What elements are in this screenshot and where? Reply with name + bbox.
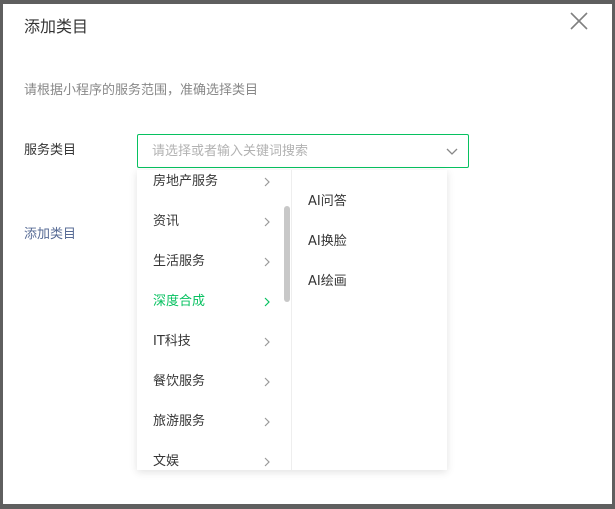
category-select[interactable] — [137, 134, 469, 168]
category-item-label: 餐饮服务 — [153, 374, 206, 389]
category-item[interactable]: 旅游服务 — [137, 402, 291, 442]
subcategory-list: AI问答 AI换脸 AI绘画 — [292, 170, 447, 470]
category-item-label: 资讯 — [153, 214, 180, 229]
category-list-scrollbar[interactable] — [284, 206, 290, 302]
category-item-label: 文娱 — [153, 454, 180, 469]
service-category-label: 服务类目 — [24, 143, 77, 158]
category-list[interactable]: 房地产服务资讯生活服务深度合成 IT科技餐饮服务旅游服务文娱 — [137, 170, 292, 470]
category-item[interactable]: 资讯 — [137, 202, 291, 242]
chevron-down-icon — [446, 148, 458, 155]
subcategory-item[interactable]: AI换脸 — [292, 222, 447, 262]
chevron-right-icon — [264, 177, 270, 187]
category-search-input[interactable] — [152, 135, 432, 167]
close-button[interactable] — [567, 9, 591, 33]
category-item[interactable]: 房地产服务 — [137, 170, 291, 202]
category-item-label: 旅游服务 — [153, 414, 206, 429]
category-item[interactable]: 深度合成 — [137, 282, 291, 322]
category-item-label: 生活服务 — [153, 254, 206, 269]
subcategory-item[interactable]: AI问答 — [292, 182, 447, 222]
add-category-link[interactable]: 添加类目 — [24, 226, 76, 244]
chevron-right-icon — [264, 337, 270, 347]
add-category-dialog: 添加类目 请根据小程序的服务范围，准确选择类目 服务类目 添加类目 房地产服务资… — [3, 4, 612, 504]
category-item-label: 房地产服务 — [153, 174, 219, 189]
category-item[interactable]: 生活服务 — [137, 242, 291, 282]
dialog-hint: 请根据小程序的服务范围，准确选择类目 — [24, 83, 259, 98]
chevron-right-icon — [264, 457, 270, 467]
chevron-right-icon — [264, 377, 270, 387]
dialog-title: 添加类目 — [24, 17, 89, 36]
chevron-right-icon — [264, 417, 270, 427]
subcategory-item[interactable]: AI绘画 — [292, 262, 447, 302]
category-item-label: IT科技 — [153, 334, 191, 349]
chevron-right-icon — [264, 297, 270, 307]
close-icon — [570, 12, 588, 30]
chevron-right-icon — [264, 257, 270, 267]
category-item[interactable]: 餐饮服务 — [137, 362, 291, 402]
category-item[interactable]: 文娱 — [137, 442, 291, 470]
category-dropdown: 房地产服务资讯生活服务深度合成 IT科技餐饮服务旅游服务文娱 AI问答 AI换脸 AI… — [137, 170, 447, 470]
category-item[interactable]: IT科技 — [137, 322, 291, 362]
category-item-label: 深度合成 — [153, 294, 206, 309]
chevron-right-icon — [264, 217, 270, 227]
